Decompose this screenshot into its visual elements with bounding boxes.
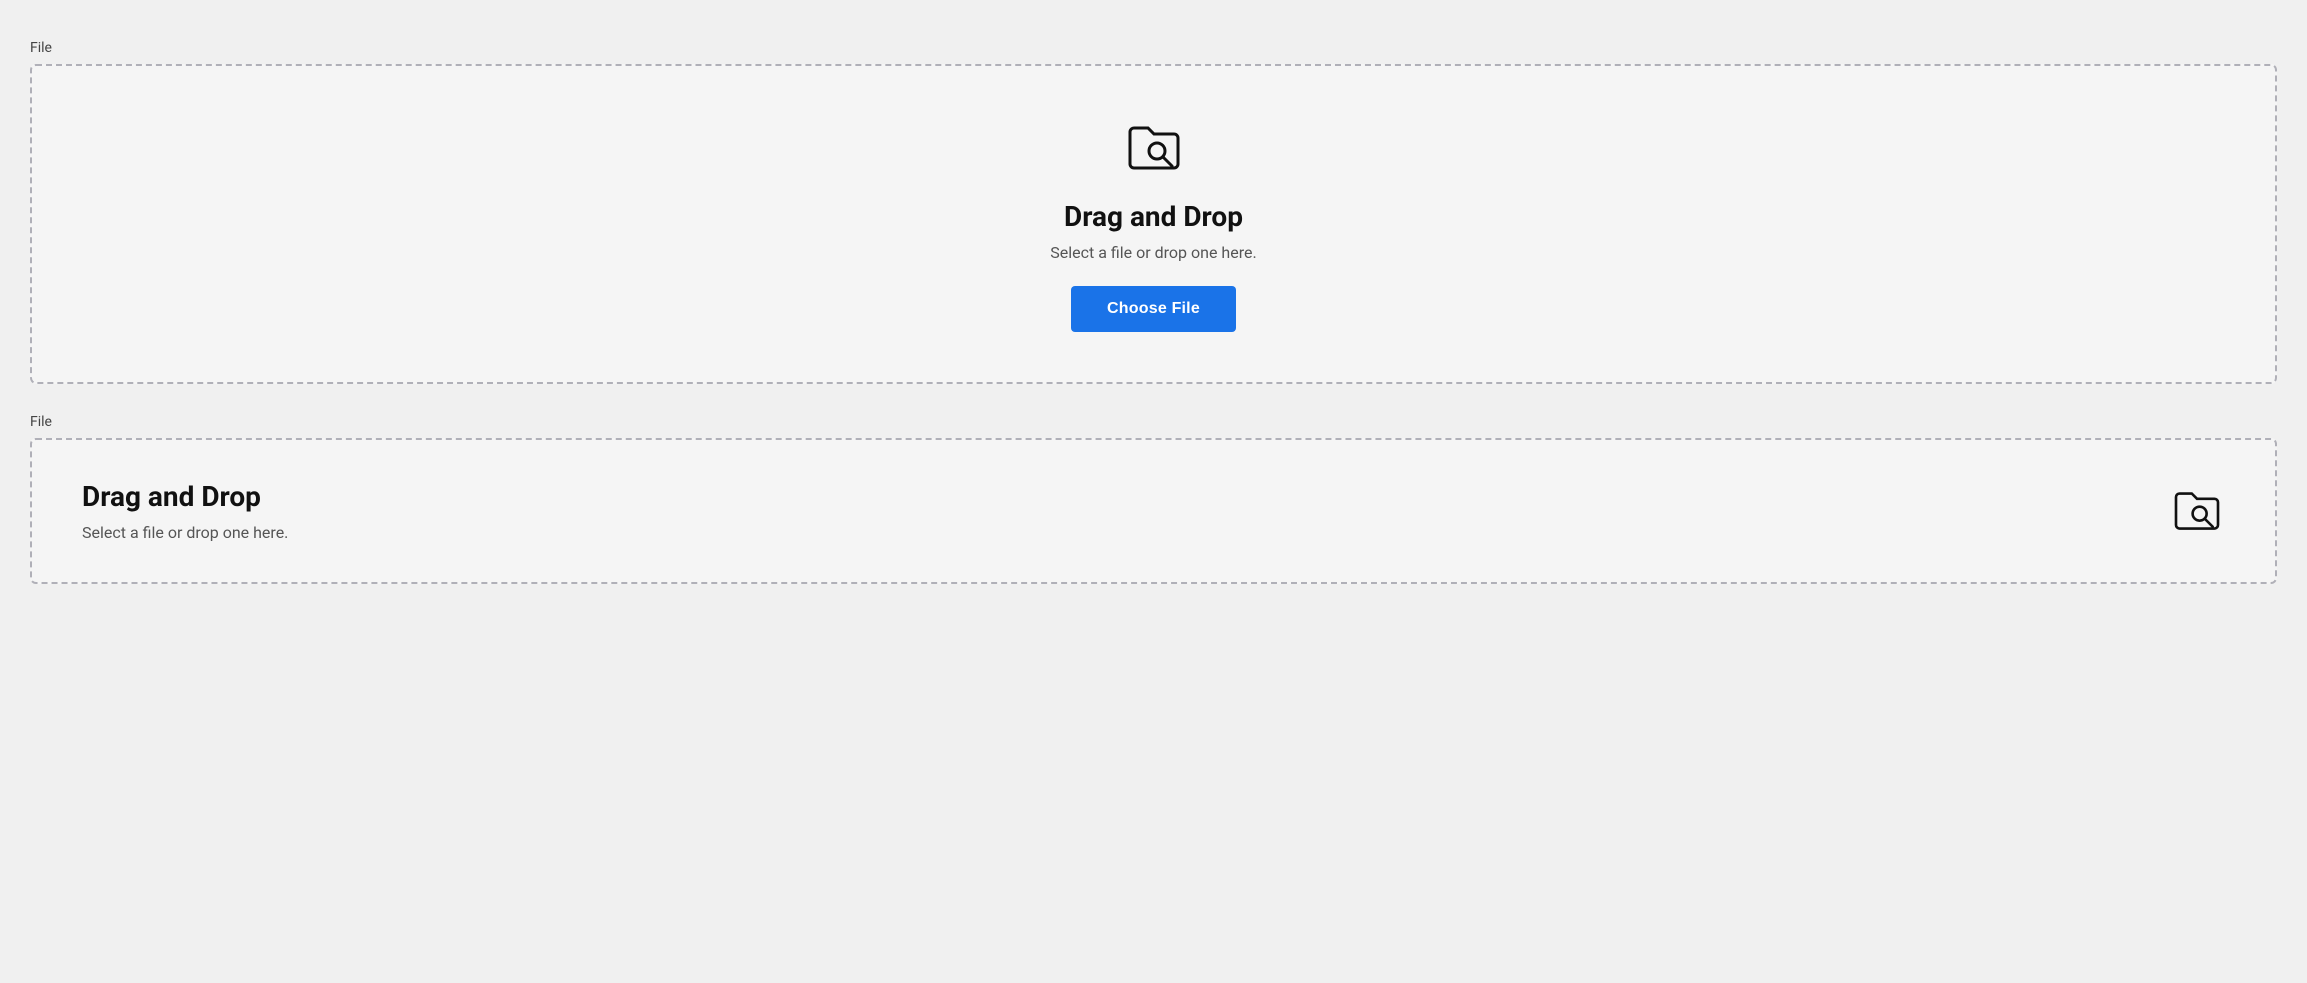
dropzone-1-subtitle: Select a file or drop one here. <box>1050 243 1256 262</box>
file-upload-section-2: File Drag and Drop Select a file or drop… <box>30 414 2277 584</box>
folder-search-icon <box>1122 116 1186 180</box>
choose-file-button[interactable]: Choose File <box>1071 286 1236 332</box>
dropzone-1-content: Drag and Drop Select a file or drop one … <box>1050 200 1256 332</box>
dropzone-1[interactable]: Drag and Drop Select a file or drop one … <box>30 64 2277 384</box>
dropzone-2[interactable]: Drag and Drop Select a file or drop one … <box>30 438 2277 584</box>
dropzone-2-title: Drag and Drop <box>82 480 261 513</box>
section-2-label: File <box>30 414 2277 430</box>
section-1-label: File <box>30 40 2277 56</box>
folder-search-icon-2 <box>2169 483 2225 539</box>
dropzone-2-subtitle: Select a file or drop one here. <box>82 523 288 542</box>
dropzone-1-title: Drag and Drop <box>1064 200 1243 233</box>
dropzone-2-content: Drag and Drop Select a file or drop one … <box>82 480 288 542</box>
file-upload-section-1: File Drag and Drop Select a file or drop… <box>30 40 2277 384</box>
